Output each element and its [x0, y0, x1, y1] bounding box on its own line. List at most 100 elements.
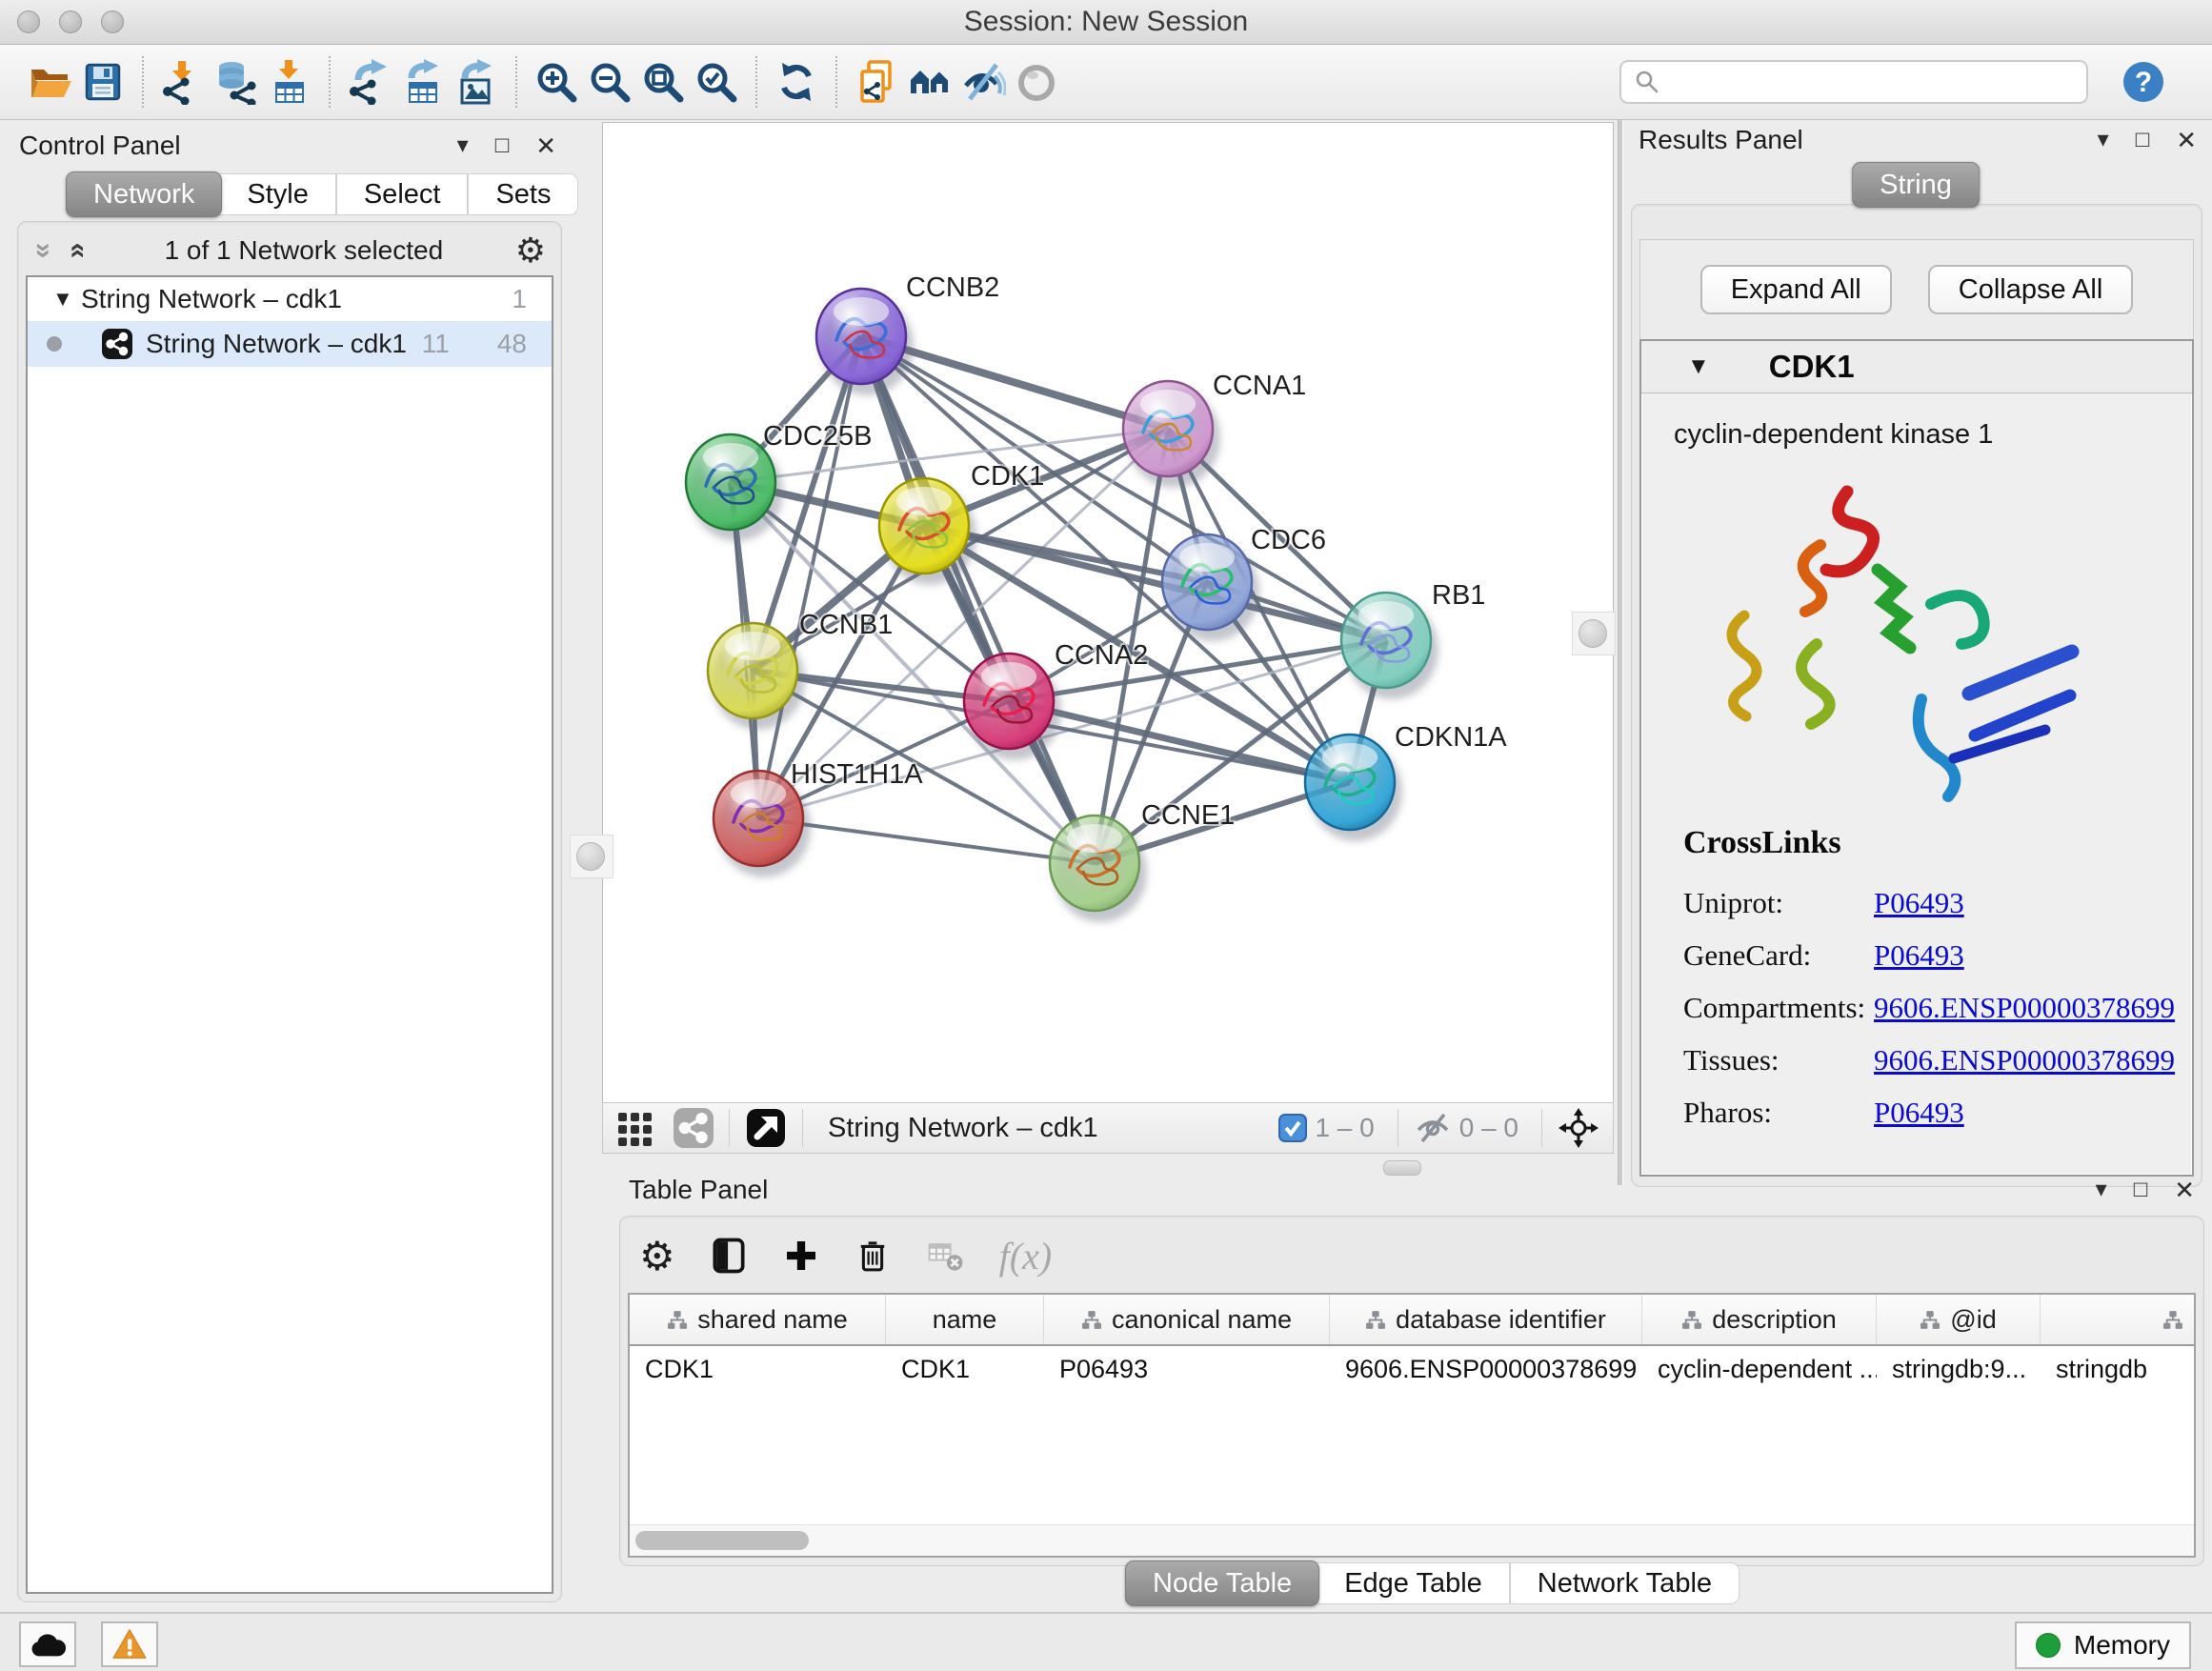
delete-table-icon — [925, 1235, 967, 1277]
results-panel-float-icon[interactable]: □ — [2136, 129, 2150, 151]
column-header-database-identifier[interactable]: database identifier — [1330, 1295, 1642, 1344]
tab-network[interactable]: Network — [66, 171, 222, 217]
table-panel-close-icon[interactable]: ✕ — [2174, 1178, 2195, 1202]
right-splitter-handle[interactable] — [1579, 619, 1607, 648]
import-network-database-button[interactable] — [210, 53, 263, 111]
table-horizontal-scrollbar[interactable] — [630, 1524, 2194, 1556]
network-label: String Network – cdk1 — [146, 329, 407, 359]
zoom-selected-button[interactable] — [690, 53, 743, 111]
birdseye-view-button[interactable] — [1558, 1107, 1599, 1149]
open-session-button[interactable] — [23, 53, 76, 111]
import-network-file-button[interactable] — [156, 53, 210, 111]
zoom-in-icon — [533, 59, 579, 105]
column-header-description[interactable]: description — [1642, 1295, 1877, 1344]
tab-network-table[interactable]: Network Table — [1510, 1562, 1739, 1604]
column-header-namespace[interactable]: namespace — [2041, 1295, 2196, 1344]
node-CDKN1A[interactable] — [1305, 735, 1402, 841]
network-collection-row[interactable]: ▼ String Network – cdk1 1 — [28, 277, 552, 321]
export-network-button[interactable] — [343, 53, 396, 111]
left-splitter-handle[interactable] — [576, 842, 605, 871]
zoom-in-button[interactable] — [530, 53, 583, 111]
column-label: canonical name — [1112, 1305, 1292, 1335]
cloud-status-button[interactable] — [19, 1621, 76, 1667]
detach-view-button[interactable] — [745, 1107, 787, 1149]
node-RB1[interactable] — [1341, 593, 1438, 699]
search-icon — [1633, 68, 1661, 96]
save-session-button[interactable] — [76, 53, 130, 111]
tab-style[interactable]: Style — [219, 173, 335, 215]
table-toolbar: ⚙ f(x) — [639, 1226, 1052, 1285]
tab-edge-table[interactable]: Edge Table — [1317, 1562, 1510, 1604]
selected-checkbox[interactable] — [1278, 1114, 1307, 1142]
section-expander-icon[interactable]: ▼ — [1687, 353, 1710, 380]
grid-view-button[interactable] — [616, 1109, 654, 1147]
expand-all-button[interactable]: Expand All — [1700, 265, 1892, 314]
crosslink-value-link[interactable]: 9606.ENSP00000378699 — [1874, 1043, 2175, 1077]
add-column-button[interactable] — [782, 1237, 820, 1275]
edge-CCNB2-HIST1H1A[interactable] — [758, 336, 861, 818]
control-panel-tabs: NetworkStyleSelectSets — [69, 173, 578, 215]
table-cell: stringdb — [2041, 1346, 2196, 1392]
delete-column-button[interactable] — [853, 1236, 893, 1276]
crosslink-value-link[interactable]: 9606.ENSP00000378699 — [1874, 991, 2175, 1025]
tab-node-table[interactable]: Node Table — [1125, 1560, 1319, 1606]
crosslink-value-link[interactable]: P06493 — [1874, 1096, 1964, 1130]
export-image-button[interactable] — [450, 53, 503, 111]
zoom-out-button[interactable] — [583, 53, 636, 111]
column-header-canonical-name[interactable]: canonical name — [1044, 1295, 1330, 1344]
node-CCNA1[interactable] — [1123, 381, 1220, 488]
selected-node-edge-counts: 1 – 0 — [1315, 1113, 1374, 1143]
eye-slash-gray-icon — [1414, 1109, 1452, 1147]
control-panel-menu-icon[interactable]: ▾ — [457, 134, 469, 157]
duplicate-document-icon — [854, 59, 899, 105]
function-builder-disabled: f(x) — [999, 1234, 1053, 1278]
import-table-button[interactable] — [263, 53, 316, 111]
expand-all-networks-icon[interactable]: » — [60, 234, 92, 267]
zoom-fit-button[interactable] — [636, 53, 690, 111]
table-options-gear-icon[interactable]: ⚙ — [639, 1233, 675, 1279]
right-splitter[interactable] — [1618, 120, 1623, 1185]
warnings-button[interactable] — [101, 1621, 158, 1667]
network-row-selected[interactable]: String Network – cdk1 11 48 — [28, 321, 552, 367]
control-panel-close-icon[interactable]: ✕ — [535, 133, 556, 158]
network-options-gear-icon[interactable]: ⚙ — [515, 231, 546, 271]
column-label: description — [1712, 1305, 1837, 1335]
collapse-all-networks-icon[interactable]: » — [28, 234, 60, 267]
clone-network-button[interactable] — [850, 53, 903, 111]
refresh-layout-button[interactable] — [770, 53, 823, 111]
help-button[interactable]: ? — [2117, 53, 2170, 111]
crosslink-value-link[interactable]: P06493 — [1874, 886, 1964, 920]
network-graph[interactable]: CCNB2CCNA1CDC25BCDK1CDC6RB1CCNB1CCNA2CDK… — [603, 123, 1613, 1102]
search-input[interactable] — [1669, 67, 2086, 98]
show-columns-button[interactable] — [708, 1235, 750, 1277]
search-box[interactable] — [1619, 60, 2088, 104]
network-view-mode-button[interactable] — [674, 1108, 714, 1148]
collapse-all-button[interactable]: Collapse All — [1928, 265, 2134, 314]
attribute-icon — [1920, 1310, 1941, 1330]
control-panel-float-icon[interactable]: □ — [495, 134, 510, 157]
node-CCNB2[interactable] — [816, 289, 914, 395]
crosslink-value-link[interactable]: P06493 — [1874, 938, 1964, 973]
tab-sets[interactable]: Sets — [468, 173, 578, 215]
tree-expander-icon[interactable]: ▼ — [52, 287, 81, 312]
results-panel-close-icon[interactable]: ✕ — [2176, 128, 2197, 152]
column-header-@id[interactable]: @id — [1877, 1295, 2041, 1344]
table-row[interactable]: CDK1CDK1P064939606.ENSP00000378699cyclin… — [630, 1346, 2196, 1392]
column-header-name[interactable]: name — [886, 1295, 1044, 1344]
scrollbar-thumb[interactable] — [635, 1531, 809, 1550]
column-header-shared-name[interactable]: shared name — [630, 1295, 886, 1344]
table-panel-menu-icon[interactable]: ▾ — [2096, 1178, 2107, 1201]
tab-string[interactable]: String — [1852, 162, 1980, 208]
toolbar-separator — [1541, 1109, 1542, 1147]
results-panel-menu-icon[interactable]: ▾ — [2098, 129, 2109, 151]
export-table-button[interactable] — [396, 53, 450, 111]
node-CDK1[interactable] — [879, 478, 976, 585]
show-all-button[interactable] — [1010, 53, 1063, 111]
table-panel-float-icon[interactable]: □ — [2134, 1178, 2148, 1201]
network-canvas[interactable]: CCNB2CCNA1CDC25BCDK1CDC6RB1CCNB1CCNA2CDK… — [602, 122, 1614, 1103]
memory-button[interactable]: Memory — [2015, 1621, 2191, 1669]
hide-selected-button[interactable] — [956, 53, 1010, 111]
first-neighbors-button[interactable] — [903, 53, 956, 111]
node-section-header[interactable]: ▼ CDK1 — [1641, 341, 2192, 393]
tab-select[interactable]: Select — [336, 173, 469, 215]
